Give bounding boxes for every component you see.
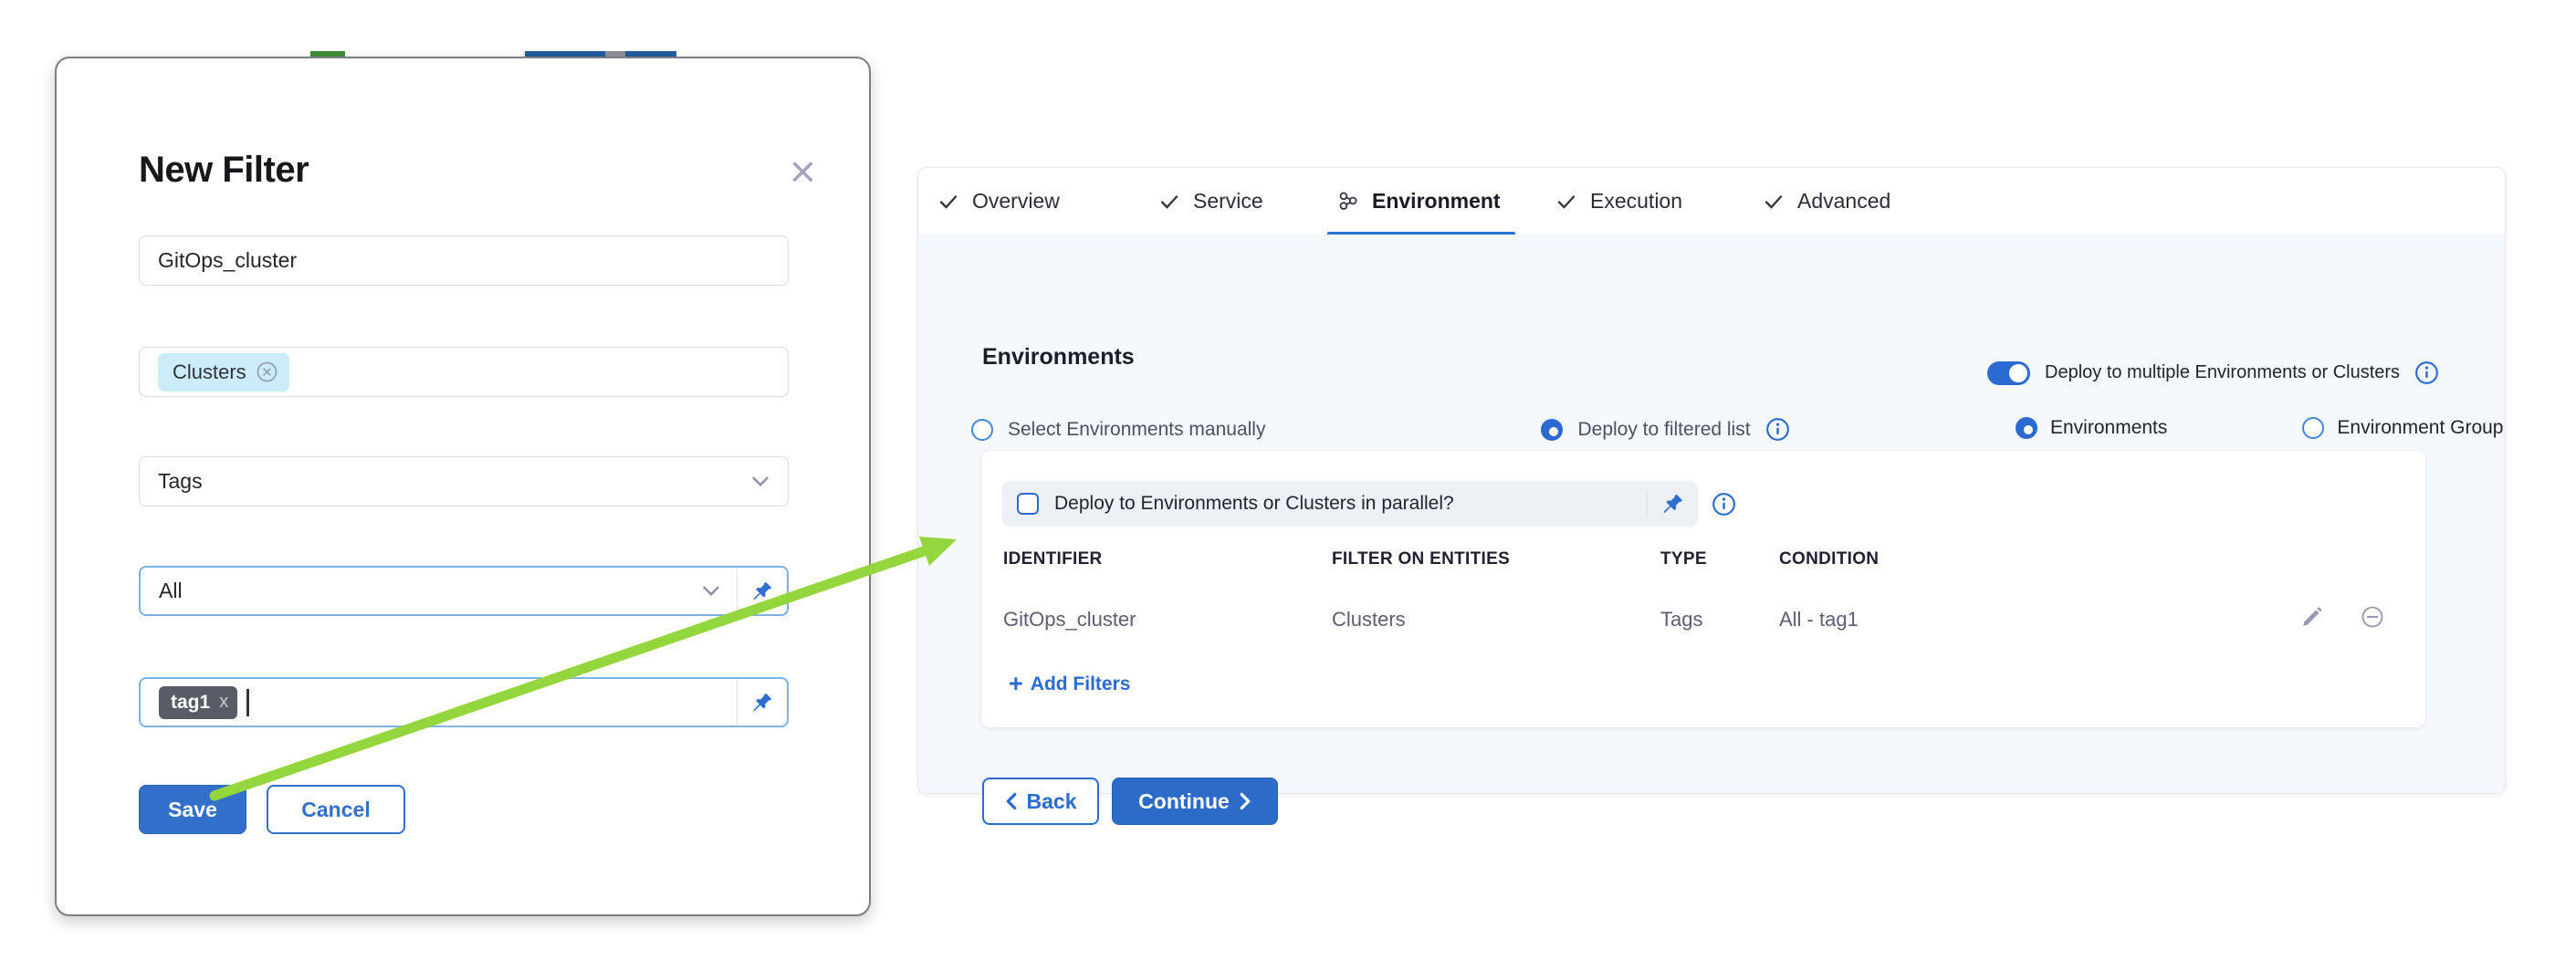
save-button[interactable]: Save <box>139 785 246 834</box>
parallel-checkbox[interactable] <box>1017 493 1039 515</box>
continue-button[interactable]: Continue <box>1112 778 1278 825</box>
environments-heading: Environments <box>982 344 1135 371</box>
tab-label: Execution <box>1590 189 1682 214</box>
check-icon <box>1763 191 1785 213</box>
pin-icon[interactable] <box>737 568 787 614</box>
tab-label: Advanced <box>1797 189 1890 214</box>
condition-chip-label: tag1 <box>171 692 210 714</box>
entities-chip-label: Clusters <box>173 360 246 384</box>
row-identifier: GitOps_cluster <box>1003 608 1136 632</box>
radio-deploy-to-filtered-list[interactable] <box>1541 419 1563 441</box>
parallel-option-bar: Deploy to Environments or Clusters in pa… <box>1002 481 1698 527</box>
check-icon <box>1158 191 1180 213</box>
column-header-identifier: IDENTIFIER <box>1003 549 1103 569</box>
environment-tab-body: Environments Select Environments manuall… <box>918 235 2505 793</box>
tab-service[interactable]: Service <box>1158 168 1263 235</box>
radio-label: Environment Group <box>2337 417 2503 439</box>
row-type: Tags <box>1660 608 1702 632</box>
info-icon[interactable] <box>1712 492 1736 517</box>
column-header-type: TYPE <box>1660 549 1707 569</box>
identifier-value: GitOps_cluster <box>158 248 297 273</box>
pin-icon[interactable] <box>1660 492 1685 517</box>
deploy-mode-radios: Select Environments manually Deploy to f… <box>971 417 1790 442</box>
continue-label: Continue <box>1138 789 1230 814</box>
condition-chip: tag1 x <box>159 686 237 719</box>
radio-label: Select Environments manually <box>1008 419 1265 441</box>
back-label: Back <box>1027 789 1077 814</box>
pin-icon[interactable] <box>737 679 787 726</box>
filter-on-entities-input[interactable]: Clusters <box>139 347 789 397</box>
type-value: Tags <box>158 469 203 494</box>
screenshot-root: × New Filter Identifier GitOps_cluster F… <box>0 0 2576 971</box>
info-icon[interactable] <box>2414 360 2439 385</box>
filters-card: Deploy to Environments or Clusters in pa… <box>981 451 2425 727</box>
cancel-button[interactable]: Cancel <box>267 785 405 834</box>
column-header-filter-on-entities: FILTER ON ENTITIES <box>1332 549 1510 569</box>
chip-remove-icon[interactable] <box>256 360 278 383</box>
check-icon <box>1555 191 1577 213</box>
add-filters-label: Add Filters <box>1031 673 1131 695</box>
entities-chip: Clusters <box>158 353 289 392</box>
tab-overview[interactable]: Overview <box>937 168 1060 235</box>
check-icon <box>937 191 959 213</box>
chevron-down-icon <box>702 585 720 597</box>
type-select[interactable]: Tags <box>139 456 789 506</box>
tab-label: Environment <box>1372 189 1501 214</box>
stage-tabs: Overview Service Environment Execution A… <box>918 168 2505 236</box>
radio-label: Deploy to filtered list <box>1577 419 1750 441</box>
chevron-down-icon <box>751 475 770 487</box>
tab-environment[interactable]: Environment <box>1336 168 1501 235</box>
chevron-right-icon <box>1239 792 1251 810</box>
row-filter-on-entities: Clusters <box>1332 608 1406 632</box>
edit-icon[interactable] <box>2299 604 2325 630</box>
environment-icon <box>1336 190 1359 213</box>
close-icon[interactable]: × <box>784 148 822 195</box>
divider <box>1647 490 1648 517</box>
tab-execution[interactable]: Execution <box>1555 168 1682 235</box>
identifier-input[interactable]: GitOps_cluster <box>139 235 789 286</box>
radio-environments[interactable] <box>2016 417 2037 439</box>
tab-label: Overview <box>972 189 1060 214</box>
env-target-radios: Environments Environment Group <box>2016 417 2503 439</box>
add-filters-button[interactable]: + Add Filters <box>1009 672 1130 696</box>
radio-environment-group[interactable] <box>2302 417 2324 439</box>
radio-label: Environments <box>2050 417 2167 439</box>
chevron-left-icon <box>1005 792 1018 810</box>
text-cursor <box>246 689 249 716</box>
match-type-value: All <box>159 579 183 603</box>
multi-env-toggle-row: Deploy to multiple Environments or Clust… <box>1987 360 2439 385</box>
back-button[interactable]: Back <box>982 778 1099 825</box>
match-type-select[interactable]: All <box>139 566 789 616</box>
condition-input[interactable]: tag1 x <box>139 677 789 727</box>
parallel-checkbox-label: Deploy to Environments or Clusters in pa… <box>1054 493 1454 515</box>
radio-select-environments-manually[interactable] <box>971 419 993 441</box>
plus-icon: + <box>1009 672 1023 696</box>
row-condition: All - tag1 <box>1779 608 1859 632</box>
column-header-condition: CONDITION <box>1779 549 1879 569</box>
new-filter-dialog: × New Filter Identifier GitOps_cluster F… <box>55 57 871 916</box>
deploy-multiple-toggle[interactable] <box>1987 361 2030 385</box>
tab-advanced[interactable]: Advanced <box>1763 168 1890 235</box>
tab-label: Service <box>1193 189 1263 214</box>
pipeline-stage-panel: Overview Service Environment Execution A… <box>917 167 2506 794</box>
dialog-title: New Filter <box>139 150 309 191</box>
remove-icon[interactable] <box>2360 604 2385 630</box>
toggle-label: Deploy to multiple Environments or Clust… <box>2045 362 2400 383</box>
chip-remove-icon[interactable]: x <box>219 692 228 713</box>
info-icon[interactable] <box>1765 417 1790 442</box>
